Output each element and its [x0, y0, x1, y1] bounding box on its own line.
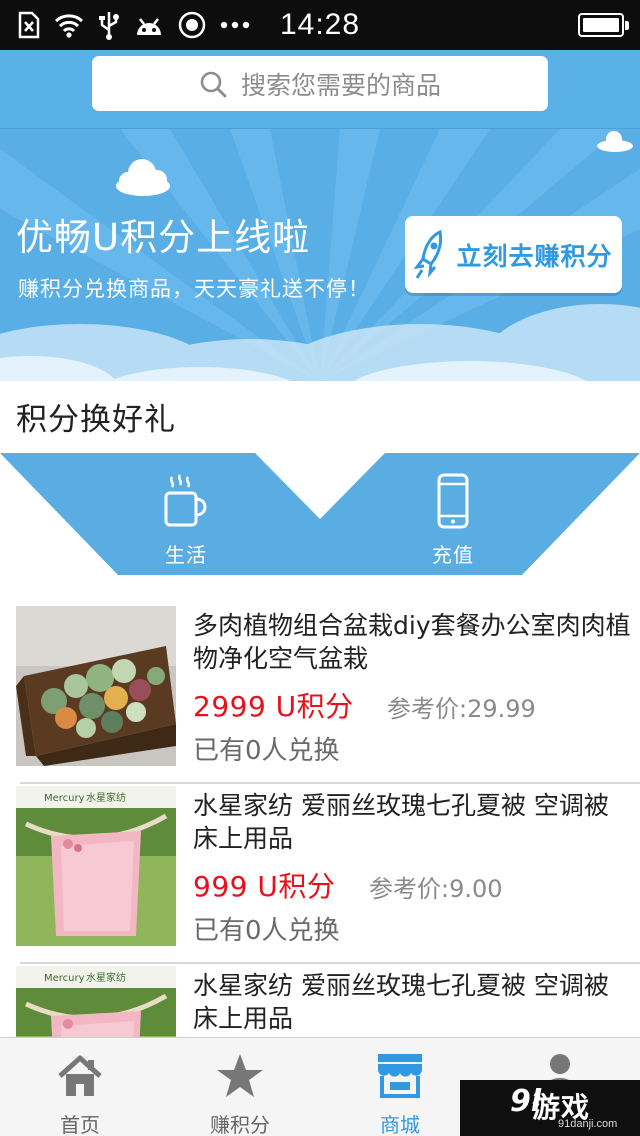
- category-life-label: 生活: [165, 543, 207, 567]
- product-name: 水星家纺 爱丽丝玫瑰七孔夏被 空调被 床上用品: [193, 971, 609, 1033]
- category-band: 生活 充值: [0, 453, 640, 575]
- status-time: 14:28: [279, 8, 361, 41]
- category-recharge-label: 充值: [432, 543, 474, 567]
- star-icon: [217, 1054, 263, 1097]
- watermark-domain: 91danji.com: [558, 1118, 618, 1130]
- banner-title: 优畅U积分上线啦: [16, 216, 311, 259]
- earn-points-label: 立刻去赚积分: [456, 241, 613, 271]
- promo-banner[interactable]: 优畅U积分上线啦 赚积分兑换商品，天天豪礼送不停！ 立刻去赚积分: [0, 128, 640, 381]
- product-price: 999 U积分: [193, 870, 336, 903]
- product-redeemed-count: 已有0人兑换: [193, 736, 340, 766]
- home-icon: [58, 1055, 102, 1096]
- divider: [20, 782, 640, 784]
- store-icon: [378, 1054, 422, 1098]
- divider: [20, 962, 640, 964]
- svg-text:Mercury: Mercury: [44, 973, 85, 984]
- svg-text:Mercury: Mercury: [44, 793, 85, 804]
- section-title: 积分换好礼: [16, 402, 176, 438]
- tab-store[interactable]: 商城: [320, 1038, 480, 1136]
- product-name: 水星家纺 爱丽丝玫瑰七孔夏被 空调被 床上用品: [193, 791, 609, 853]
- site-watermark: 9l 游戏 91danji.com: [460, 1080, 640, 1136]
- quilt-brand-label: 水星家纺: [86, 971, 126, 984]
- tab-earn-points-label: 赚积分: [210, 1113, 270, 1136]
- product-item[interactable]: Mercury 水星家纺 水星家纺 爱丽丝玫瑰七孔夏被 空调被 床上用品 999…: [0, 786, 640, 964]
- product-image-quilt: Mercury 水星家纺: [16, 786, 176, 946]
- rocket-icon: [414, 229, 443, 279]
- tab-earn-points[interactable]: 赚积分: [160, 1038, 320, 1136]
- tab-home-label: 首页: [60, 1113, 100, 1136]
- battery-icon: [578, 13, 629, 37]
- tab-store-label: 商城: [380, 1113, 420, 1136]
- search-icon: [200, 71, 227, 97]
- search-placeholder: 搜索您需要的商品: [240, 70, 441, 100]
- category-life[interactable]: 生活: [86, 453, 286, 575]
- product-reference-price: 参考价:29.99: [387, 695, 536, 723]
- earn-points-button[interactable]: 立刻去赚积分: [405, 216, 622, 293]
- banner-subtitle: 赚积分兑换商品，天天豪礼送不停！: [18, 277, 370, 301]
- quilt-brand-label: 水星家纺: [86, 791, 126, 804]
- product-item[interactable]: 多肉植物组合盆栽diy套餐办公室肉肉植物净化空气盆栽 2999 U积分 参考价:…: [0, 606, 640, 784]
- search-input[interactable]: 搜索您需要的商品: [92, 56, 548, 111]
- product-image-succulent: [16, 606, 176, 766]
- product-price: 2999 U积分: [193, 690, 354, 723]
- phone-icon: [437, 473, 469, 529]
- product-name: 多肉植物组合盆栽diy套餐办公室肉肉植物净化空气盆栽: [193, 611, 631, 673]
- coffee-cup-icon: [164, 474, 207, 527]
- product-reference-price: 参考价:9.00: [369, 875, 503, 903]
- product-redeemed-count: 已有0人兑换: [193, 916, 340, 946]
- category-recharge[interactable]: 充值: [353, 453, 553, 575]
- search-header: 搜索您需要的商品: [0, 50, 640, 128]
- tab-home[interactable]: 首页: [0, 1038, 160, 1136]
- status-bar: 14:28: [0, 0, 640, 50]
